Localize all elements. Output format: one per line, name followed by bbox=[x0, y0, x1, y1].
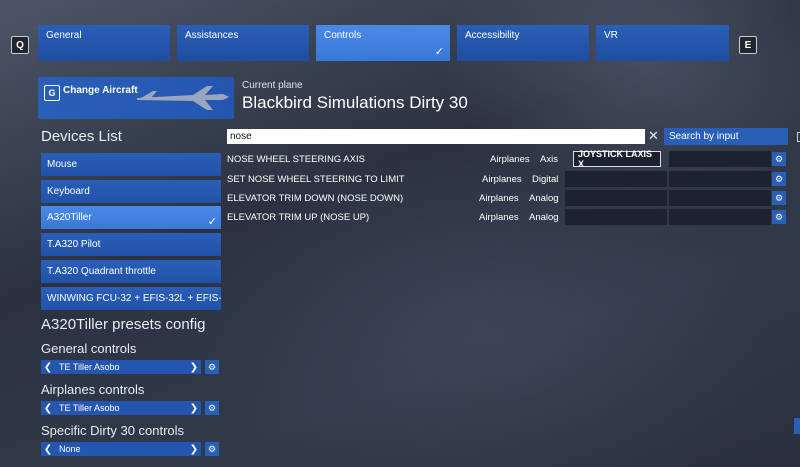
preset-value: TE Tiller Asobo bbox=[59, 362, 120, 372]
current-plane-label: Current plane bbox=[242, 80, 303, 91]
next-tab-key-hint[interactable]: E bbox=[739, 36, 757, 54]
chevron-left-icon[interactable]: ❮ bbox=[41, 444, 55, 455]
device-label: A320Tiller bbox=[47, 212, 92, 223]
device-item-winwing-fcu[interactable]: WINWING FCU-32 + EFIS-32L + EFIS-32 bbox=[41, 287, 221, 310]
binding-row[interactable]: SET NOSE WHEEL STEERING TO LIMIT Airplan… bbox=[227, 171, 787, 187]
binding-name: NOSE WHEEL STEERING AXIS bbox=[227, 154, 365, 165]
check-icon: ✓ bbox=[207, 216, 217, 228]
general-controls-gear-icon[interactable]: ⚙ bbox=[205, 360, 219, 374]
binding-type: Analog bbox=[529, 212, 559, 223]
binding-input-slot-2[interactable] bbox=[669, 151, 771, 167]
chevron-right-icon[interactable]: ❯ bbox=[187, 362, 201, 373]
binding-name: ELEVATOR TRIM DOWN (NOSE DOWN) bbox=[227, 193, 404, 204]
binding-row[interactable]: ELEVATOR TRIM DOWN (NOSE DOWN) Airplanes… bbox=[227, 190, 787, 206]
current-plane-name: Blackbird Simulations Dirty 30 bbox=[242, 93, 468, 112]
binding-row[interactable]: NOSE WHEEL STEERING AXIS Airplanes Axis … bbox=[227, 149, 787, 169]
device-item-keyboard[interactable]: Keyboard bbox=[41, 180, 221, 203]
binding-category: Airplanes bbox=[479, 212, 519, 223]
tab-label: VR bbox=[604, 30, 618, 41]
tab-accessibility[interactable]: Accessibility bbox=[457, 25, 589, 61]
change-aircraft-button[interactable]: G Change Aircraft bbox=[38, 77, 234, 119]
clear-search-icon[interactable]: ✕ bbox=[648, 128, 659, 144]
binding-input-value: JOYSTICK LAXIS X bbox=[578, 149, 653, 169]
preset-value: None bbox=[59, 444, 81, 454]
device-label: T.A320 Quadrant throttle bbox=[47, 266, 156, 277]
binding-settings-gear-icon[interactable]: ⚙ bbox=[772, 152, 786, 166]
binding-category: Airplanes bbox=[479, 193, 519, 204]
binding-input-slot-1[interactable] bbox=[565, 209, 667, 225]
specific-controls-gear-icon[interactable]: ⚙ bbox=[205, 442, 219, 456]
binding-row[interactable]: ELEVATOR TRIM UP (NOSE UP) Airplanes Ana… bbox=[227, 209, 787, 225]
device-item-mouse[interactable]: Mouse bbox=[41, 153, 221, 176]
search-by-input-button[interactable]: Search by input bbox=[664, 128, 788, 145]
device-item-a320tiller[interactable]: A320Tiller ✓ bbox=[41, 206, 221, 229]
binding-input-slot-1[interactable] bbox=[565, 171, 667, 187]
tab-controls[interactable]: Controls ✓ bbox=[316, 25, 450, 61]
check-icon: ✓ bbox=[434, 46, 444, 58]
device-label: T.A320 Pilot bbox=[47, 239, 101, 250]
chevron-right-icon[interactable]: ❯ bbox=[187, 403, 201, 414]
device-item-a320-pilot[interactable]: T.A320 Pilot bbox=[41, 233, 221, 256]
general-controls-label: General controls bbox=[41, 341, 137, 356]
binding-category: Airplanes bbox=[490, 154, 530, 165]
airplanes-controls-gear-icon[interactable]: ⚙ bbox=[205, 401, 219, 415]
binding-type: Axis bbox=[540, 154, 558, 165]
binding-name: SET NOSE WHEEL STEERING TO LIMIT bbox=[227, 174, 405, 185]
chevron-right-icon[interactable]: ❯ bbox=[187, 444, 201, 455]
presets-config-title: A320Tiller presets config bbox=[41, 316, 206, 333]
device-label: Keyboard bbox=[47, 186, 90, 197]
specific-controls-preset-selector[interactable]: ❮ None ❯ bbox=[41, 442, 201, 456]
binding-name: ELEVATOR TRIM UP (NOSE UP) bbox=[227, 212, 370, 223]
tab-label: Assistances bbox=[185, 30, 239, 41]
airplanes-controls-label: Airplanes controls bbox=[41, 382, 145, 397]
chevron-left-icon[interactable]: ❮ bbox=[41, 403, 55, 414]
device-label: Mouse bbox=[47, 159, 78, 170]
device-label: WINWING FCU-32 + EFIS-32L + EFIS-32 bbox=[47, 293, 221, 304]
specific-controls-label: Specific Dirty 30 controls bbox=[41, 423, 185, 438]
binding-settings-gear-icon[interactable]: ⚙ bbox=[772, 210, 786, 224]
binding-input-slot-2[interactable] bbox=[669, 209, 771, 225]
binding-type: Digital bbox=[532, 174, 559, 185]
search-input[interactable] bbox=[227, 129, 645, 144]
binding-input-slot-1[interactable] bbox=[565, 190, 667, 206]
search-mode-label: Search by input bbox=[669, 131, 739, 142]
general-controls-preset-selector[interactable]: ❮ TE Tiller Asobo ❯ bbox=[41, 360, 201, 374]
binding-settings-gear-icon[interactable]: ⚙ bbox=[772, 172, 786, 186]
binding-input-slot-1[interactable]: JOYSTICK LAXIS X bbox=[573, 149, 661, 169]
tab-label: Controls bbox=[324, 30, 362, 41]
tab-label: Accessibility bbox=[465, 30, 520, 41]
devices-list-title: Devices List bbox=[41, 128, 122, 145]
binding-input-slot-2[interactable] bbox=[669, 190, 771, 206]
binding-type: Analog bbox=[529, 193, 559, 204]
binding-category: Airplanes bbox=[482, 174, 522, 185]
previous-tab-key-hint[interactable]: Q bbox=[11, 36, 29, 54]
tab-assistances[interactable]: Assistances bbox=[177, 25, 309, 61]
tab-general[interactable]: General bbox=[38, 25, 170, 61]
chevron-left-icon[interactable]: ❮ bbox=[41, 362, 55, 373]
tab-label: General bbox=[46, 30, 82, 41]
binding-input-slot-2[interactable] bbox=[669, 171, 771, 187]
tab-vr[interactable]: VR bbox=[596, 25, 729, 61]
binding-settings-gear-icon[interactable]: ⚙ bbox=[772, 191, 786, 205]
airplanes-controls-preset-selector[interactable]: ❮ TE Tiller Asobo ❯ bbox=[41, 401, 201, 415]
airplane-icon bbox=[137, 86, 229, 110]
change-aircraft-label: Change Aircraft bbox=[63, 85, 138, 96]
change-aircraft-key-hint: G bbox=[44, 85, 60, 101]
panel-edge-button[interactable] bbox=[794, 418, 800, 434]
preset-value: TE Tiller Asobo bbox=[59, 403, 120, 413]
device-item-a320-quadrant-throttle[interactable]: T.A320 Quadrant throttle bbox=[41, 260, 221, 283]
